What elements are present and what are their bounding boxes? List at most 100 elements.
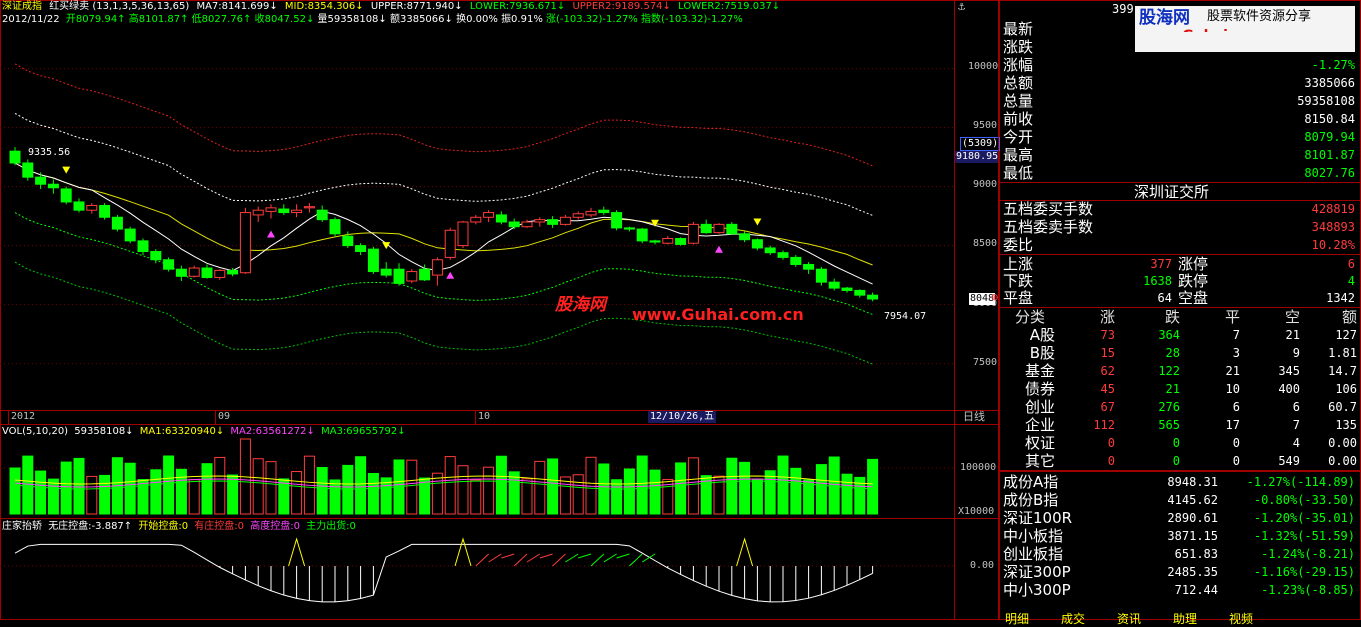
table-header[interactable]: 空: [1250, 308, 1300, 326]
table-header[interactable]: 分类: [1005, 308, 1055, 326]
volume-bar: [470, 479, 482, 515]
table-cell: B股: [1029, 344, 1055, 362]
price-tick: 10000: [968, 61, 999, 72]
candle-body: [483, 212, 495, 218]
table-cell: 权证: [1024, 434, 1055, 452]
index-name[interactable]: 成份A指: [1003, 473, 1058, 491]
kline-chart[interactable]: [0, 28, 954, 410]
ctrl-chart[interactable]: [0, 533, 954, 620]
volume-bar: [611, 479, 623, 515]
volume-bar: [278, 478, 290, 515]
volume-bar: [841, 473, 853, 515]
volume-bar: [419, 477, 431, 515]
vol-axis-tick: 100000: [960, 462, 997, 473]
bottom-tab[interactable]: 助理: [1173, 610, 1197, 626]
candle-body: [470, 216, 482, 223]
ohlc-low: 低8027.76↑: [191, 14, 252, 25]
volume-bar: [252, 458, 264, 515]
table-header[interactable]: 额: [1300, 308, 1357, 326]
ctrl-start-peak: [454, 537, 472, 567]
volume-bar: [828, 456, 840, 515]
volume-bar: [726, 457, 738, 515]
index-sep: [998, 470, 1361, 472]
candle-body: [239, 212, 251, 274]
table-cell: 0.00: [1328, 436, 1357, 450]
volume-bar: [329, 479, 341, 515]
bottom-tab[interactable]: 明细: [1005, 610, 1029, 626]
vol-ma1: MA1:63320940↓: [139, 426, 225, 437]
ohlc-open: 开8079.94↑: [65, 14, 126, 25]
time-label: 10: [478, 411, 491, 422]
index-change: -1.16%(-29.15): [1253, 565, 1355, 579]
ctrl-name[interactable]: 庄家抬轿: [2, 521, 42, 532]
table-cell: 364: [1158, 328, 1180, 342]
table-cell: 9: [1292, 346, 1300, 360]
index-name[interactable]: 创业板指: [1003, 545, 1063, 563]
breadth-value: 4: [1347, 274, 1355, 288]
volume-bar: [86, 475, 98, 515]
quote-label: 最高: [1003, 146, 1034, 164]
table-header[interactable]: 平: [1185, 308, 1240, 326]
candle-body: [227, 269, 239, 275]
bottom-tab[interactable]: 资讯: [1117, 610, 1141, 626]
candle-body: [342, 235, 354, 247]
index-title[interactable]: 深证成指: [2, 1, 42, 12]
index-name[interactable]: 中小300P: [1003, 581, 1071, 599]
candle-body: [713, 223, 725, 234]
candle-body: [316, 209, 328, 221]
ctrl-hatch: [526, 553, 541, 563]
table-cell: 67: [1100, 400, 1115, 414]
ctrl-hatch: [565, 553, 579, 563]
volume-bar: [47, 478, 59, 515]
volume-bar: [521, 478, 533, 515]
volume-bar: [137, 479, 149, 515]
index-name[interactable]: 深证100R: [1003, 509, 1072, 527]
ohlc-index-change: 指数(-103.32)-1.27%: [641, 14, 743, 25]
bottom-tab[interactable]: 成交: [1061, 610, 1085, 626]
index-change: -1.20%(-35.01): [1253, 511, 1355, 525]
index-name[interactable]: 深证300P: [1003, 563, 1071, 581]
ctrl-hatch: [641, 553, 656, 563]
bottom-tab[interactable]: 视频: [1229, 610, 1253, 626]
table-header[interactable]: 涨: [1065, 308, 1115, 326]
breadth-value: 1342: [1326, 291, 1355, 305]
volume-bar: [508, 471, 520, 515]
ctrl-hatch: [513, 553, 528, 567]
volume-bar: [316, 467, 328, 515]
candle-body: [201, 267, 213, 278]
index-value: 4145.62: [1167, 493, 1218, 507]
table-cell: 14.7: [1328, 364, 1357, 378]
ctrl-high: 高度控盘:0: [250, 521, 300, 532]
price-axis: 10000 9500 9000 8500 8000 7500 (5309) 91…: [955, 0, 1001, 410]
breadth-value: 377: [1150, 257, 1172, 271]
table-cell: 创业: [1024, 398, 1055, 416]
table-header[interactable]: 跌: [1120, 308, 1180, 326]
logo-box[interactable]: 股海网 股票软件资源分享 www.Guhai.com.cn: [1135, 6, 1355, 44]
time-tick: [475, 411, 476, 424]
sell-signal-marker: [753, 218, 762, 226]
breadth-label: 跌停: [1178, 272, 1209, 290]
candle-body: [854, 289, 866, 296]
period-label[interactable]: 日线: [963, 411, 985, 423]
index-name[interactable]: 中小板指: [1003, 527, 1063, 545]
quote-value: 59358108: [1297, 94, 1355, 108]
index-change: -1.32%(-51.59): [1253, 529, 1355, 543]
price-tick: 9000: [973, 179, 998, 190]
quote-label: 总量: [1003, 92, 1034, 110]
breadth-label: 上涨: [1003, 255, 1034, 273]
time-label: 2012: [11, 411, 36, 422]
vol-ma2: MA2:63561272↓: [230, 426, 315, 437]
volume-chart[interactable]: [0, 438, 954, 518]
table-cell: 73: [1100, 328, 1115, 342]
table-cell: 0: [1172, 454, 1180, 468]
indicator-name[interactable]: 红买绿卖: [49, 1, 89, 12]
table-cell: 7: [1232, 328, 1240, 342]
candle-body: [559, 216, 571, 225]
volume-bar: [175, 468, 187, 515]
ctrl-hatch: [629, 553, 643, 567]
upper2-band-line: [14, 63, 873, 167]
vol-label[interactable]: VOL(5,10,20): [2, 426, 68, 437]
table-cell: 3: [1232, 346, 1240, 360]
index-name[interactable]: 成份B指: [1003, 491, 1058, 509]
index-change: -1.27%(-114.89): [1246, 475, 1355, 489]
